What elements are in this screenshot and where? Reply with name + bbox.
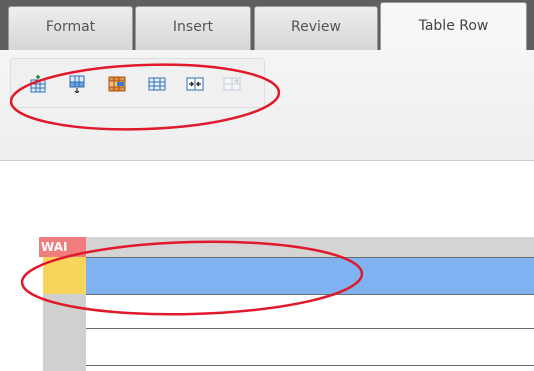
document-area: WAI xyxy=(0,162,534,371)
table-row[interactable] xyxy=(86,328,534,365)
ribbon xyxy=(0,50,534,161)
table-row-button-group xyxy=(10,58,265,108)
tab-insert[interactable]: Insert xyxy=(135,6,251,50)
column-ruler[interactable] xyxy=(86,237,534,257)
delete-row-icon xyxy=(108,76,126,92)
insert-row-above-button[interactable] xyxy=(29,75,47,93)
tab-format[interactable]: Format xyxy=(8,6,133,50)
table-row[interactable] xyxy=(86,294,534,328)
split-cells-button[interactable] xyxy=(223,75,241,93)
insert-row-below-button[interactable] xyxy=(68,75,86,93)
selected-row-handle[interactable] xyxy=(43,257,86,294)
wai-badge: WAI xyxy=(39,237,86,257)
tab-table-row[interactable]: Table Row xyxy=(380,2,527,52)
tab-review[interactable]: Review xyxy=(254,6,378,50)
insert-row-above-icon xyxy=(30,75,46,93)
delete-row-button[interactable] xyxy=(108,75,126,93)
merge-cells-button[interactable] xyxy=(186,75,204,93)
table-row-selected[interactable] xyxy=(86,257,534,294)
table-row[interactable] xyxy=(86,365,534,371)
table-properties-icon xyxy=(148,77,166,91)
tab-strip: Format Insert Review Table Row xyxy=(0,0,534,52)
insert-row-below-icon xyxy=(69,75,85,93)
merge-cells-icon xyxy=(186,77,204,91)
split-cells-icon xyxy=(223,77,241,91)
table-properties-button[interactable] xyxy=(148,75,166,93)
